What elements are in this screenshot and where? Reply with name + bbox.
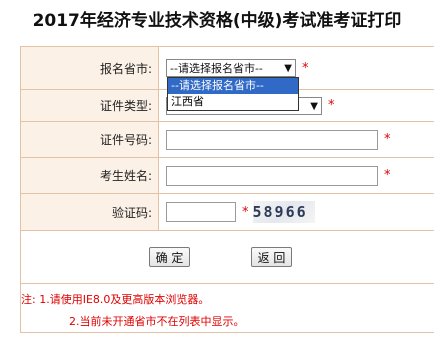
form-row-buttons: 确 定 返 回 [21,231,434,284]
id-number-label: 证件号码: [21,122,159,157]
page-title: 2017年经济专业技术资格(中级)考试准考证打印 [32,11,402,31]
id-type-label: 证件类型: [21,90,159,121]
name-input[interactable] [166,165,378,186]
province-select[interactable]: --请选择报名省市-- ▼ [166,59,296,77]
province-label: 报名省市: [21,47,159,89]
captcha-input[interactable] [166,202,236,222]
form-row-id-number: 证件号码: * [21,122,434,158]
form-row-captcha: 验证码: * 58966 [21,194,434,231]
required-mark: * [384,132,391,147]
required-mark: * [328,98,335,113]
note-line-2: 2.当前未开通省市不在列表中显示。 [69,315,245,328]
notes: 注: 1.请使用IE8.0及更高版本浏览器。 2.当前未开通省市不在列表中显示。 [21,284,434,332]
required-mark: * [384,168,391,183]
dropdown-option[interactable]: 江西省 [168,94,298,110]
captcha-image[interactable]: 58966 [252,201,315,223]
id-number-input[interactable] [166,129,378,150]
form-row-notes: 注: 1.请使用IE8.0及更高版本浏览器。 2.当前未开通省市不在列表中显示。 [21,284,434,333]
chevron-down-icon: ▼ [310,100,318,112]
back-button[interactable]: 返 回 [251,247,292,267]
chevron-down-icon: ▼ [284,63,292,74]
province-dropdown-list: --请选择报名省市-- 江西省 [167,77,299,111]
confirm-button[interactable]: 确 定 [149,247,190,267]
dropdown-option[interactable]: --请选择报名省市-- [168,78,298,94]
required-mark: * [302,60,309,76]
required-mark: * [242,204,249,220]
form-row-name: 考生姓名: * [21,158,434,194]
captcha-label: 验证码: [21,194,159,230]
province-select-value: --请选择报名省市-- [170,62,263,75]
name-label: 考生姓名: [21,158,159,193]
note-line-1: 注: 1.请使用IE8.0及更高版本浏览器。 [21,293,210,306]
